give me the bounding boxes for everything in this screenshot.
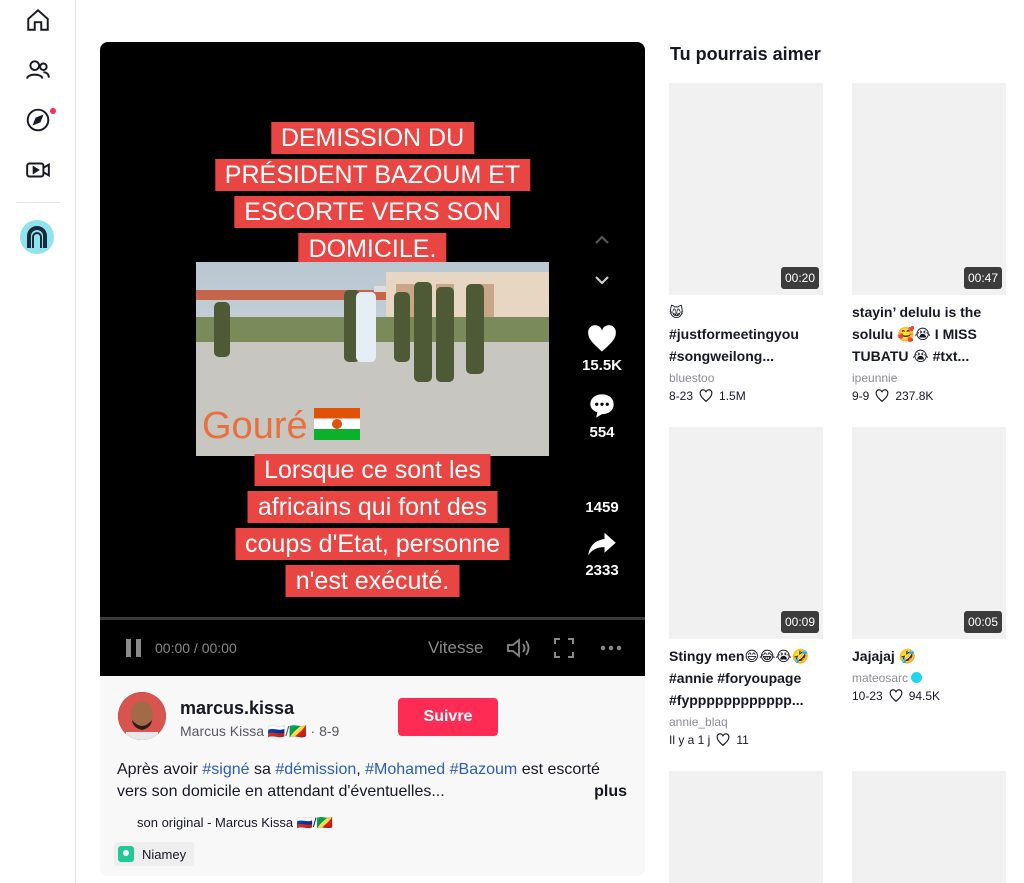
fullscreen-icon[interactable] bbox=[554, 638, 574, 658]
video-thumbnail[interactable]: 00:47 bbox=[852, 83, 1006, 295]
card-author[interactable]: annie_blaq bbox=[669, 715, 823, 729]
notification-dot bbox=[50, 108, 56, 114]
author-avatar[interactable] bbox=[118, 692, 166, 740]
video-top-caption: DEMISSION DU PRÉSIDENT BAZOUM ET ESCORTE… bbox=[214, 120, 531, 268]
like-count: 15.5K bbox=[581, 357, 623, 374]
time-display: 00:00 / 00:00 bbox=[155, 640, 237, 656]
heart-outline-icon bbox=[875, 389, 889, 403]
comment-button[interactable]: 554 bbox=[568, 392, 636, 441]
previous-video-icon[interactable] bbox=[590, 228, 614, 252]
home-icon[interactable] bbox=[22, 4, 54, 36]
card-author-row: mateosarc bbox=[852, 671, 1006, 685]
more-button[interactable]: plus bbox=[594, 781, 627, 803]
card-title[interactable]: stayin’ delulu is the solulu 🥰😭 I MISS T… bbox=[852, 301, 1006, 367]
hashtag-link[interactable]: #Bazoum bbox=[450, 761, 518, 778]
following-icon[interactable] bbox=[22, 54, 54, 86]
speed-button[interactable]: Vitesse bbox=[428, 638, 483, 658]
profile-avatar[interactable] bbox=[20, 220, 54, 254]
duration-badge: 00:20 bbox=[780, 267, 819, 289]
heart-icon bbox=[588, 325, 616, 352]
suggested-video-card[interactable]: 00:05 Jajajaj 🤣 mateosarc 10-23 94.5K bbox=[852, 427, 1006, 703]
video-description: Après avoir #signé sa #démission, #Moham… bbox=[117, 759, 627, 803]
video-thumbnail[interactable] bbox=[852, 771, 1006, 883]
heart-outline-icon bbox=[699, 389, 713, 403]
share-count: 2333 bbox=[585, 562, 619, 579]
bookmark-button[interactable]: 1459 bbox=[568, 499, 636, 516]
video-player-card: DEMISSION DU PRÉSIDENT BAZOUM ET ESCORTE… bbox=[100, 42, 645, 876]
more-options-icon[interactable] bbox=[600, 645, 622, 651]
verified-badge-icon bbox=[911, 672, 923, 683]
volume-icon[interactable] bbox=[506, 637, 532, 659]
card-date: 8-23 bbox=[669, 389, 694, 403]
author-info: marcus.kissa Marcus Kissa 🇷🇺/🇨🇬 · 8-9 bbox=[118, 692, 628, 744]
follow-button[interactable]: Suivre bbox=[398, 698, 498, 736]
explore-icon[interactable] bbox=[22, 104, 56, 136]
video-thumbnail[interactable]: 00:09 bbox=[669, 427, 823, 639]
card-likes: 11 bbox=[736, 733, 749, 747]
card-author[interactable]: mateosarc bbox=[852, 671, 908, 685]
comment-count: 554 bbox=[589, 424, 615, 441]
card-stats: 9-9 237.8K bbox=[852, 389, 1006, 403]
card-date: 9-9 bbox=[852, 389, 870, 403]
card-author[interactable]: ipeunnie bbox=[852, 371, 1006, 385]
share-icon bbox=[588, 532, 616, 556]
card-stats: Il y a 1 j 11 bbox=[669, 733, 823, 747]
duration-badge: 00:09 bbox=[780, 611, 819, 633]
card-title[interactable]: 😸 #justformeetingyou #songweilong... bbox=[669, 301, 823, 367]
video-thumbnail[interactable]: 00:05 bbox=[852, 427, 1006, 639]
next-video-icon[interactable] bbox=[590, 268, 614, 292]
suggested-video-card[interactable]: 00:47 stayin’ delulu is the solulu 🥰😭 I … bbox=[852, 83, 1006, 403]
card-title[interactable]: Jajajaj 🤣 bbox=[852, 645, 1006, 667]
heart-outline-icon bbox=[889, 689, 903, 703]
card-likes: 237.8K bbox=[895, 389, 934, 403]
embedded-clip-frame: Gouré bbox=[196, 262, 549, 456]
sidebar-divider bbox=[16, 202, 60, 203]
video-bottom-caption: Lorsque ce sont les africains qui font d… bbox=[235, 452, 510, 600]
suggested-video-card[interactable]: 00:20 😸 #justformeetingyou #songweilong.… bbox=[669, 83, 823, 403]
bookmark-count: 1459 bbox=[585, 499, 619, 516]
video-thumbnail[interactable] bbox=[669, 771, 823, 883]
card-likes: 1.5M bbox=[719, 389, 746, 403]
card-date: 10-23 bbox=[852, 689, 883, 703]
author-username[interactable]: marcus.kissa bbox=[180, 698, 294, 719]
music-link[interactable]: son original - Marcus Kissa 🇷🇺/🇨🇬 bbox=[137, 815, 333, 831]
location-tag[interactable]: Niamey bbox=[114, 842, 195, 866]
suggested-video-card[interactable]: 00:09 Stingy men😄😂😭🤣 #annie #foryoupage … bbox=[669, 427, 823, 747]
card-stats: 8-23 1.5M bbox=[669, 389, 823, 403]
hashtag-link[interactable]: #démission bbox=[275, 761, 356, 778]
location-pin-icon bbox=[118, 846, 134, 862]
card-stats: 10-23 94.5K bbox=[852, 689, 1006, 703]
card-date: Il y a 1 j bbox=[669, 733, 711, 747]
suggested-video-card[interactable] bbox=[669, 771, 823, 883]
card-title[interactable]: Stingy men😄😂😭🤣 #annie #foryoupage #fyppp… bbox=[669, 645, 823, 711]
location-label: Niamey bbox=[142, 846, 187, 862]
comment-icon bbox=[590, 394, 614, 418]
desc-text: Après avoir bbox=[117, 761, 203, 778]
card-likes: 94.5K bbox=[908, 689, 941, 703]
share-button[interactable]: 2333 bbox=[568, 530, 636, 579]
niger-flag-icon bbox=[313, 407, 360, 440]
suggested-video-card[interactable] bbox=[852, 771, 1006, 883]
suggestions-title: Tu pourrais aimer bbox=[670, 44, 821, 64]
heart-outline-icon bbox=[716, 733, 730, 747]
embed-location-label: Gouré bbox=[202, 405, 360, 448]
live-icon[interactable] bbox=[22, 154, 54, 186]
player-controls: 00:00 / 00:00 Vitesse bbox=[100, 620, 645, 676]
video-thumbnail[interactable]: 00:20 bbox=[669, 83, 823, 295]
duration-badge: 00:47 bbox=[963, 267, 1002, 289]
left-sidebar bbox=[0, 0, 76, 883]
desc-text: sa bbox=[249, 761, 276, 778]
duration-badge: 00:05 bbox=[963, 611, 1002, 633]
card-author[interactable]: bluestoo bbox=[669, 371, 823, 385]
hashtag-link[interactable]: #signé bbox=[202, 761, 249, 778]
video-player[interactable]: DEMISSION DU PRÉSIDENT BAZOUM ET ESCORTE… bbox=[100, 42, 645, 676]
hashtag-link[interactable]: #Mohamed bbox=[365, 761, 445, 778]
author-display-name: Marcus Kissa 🇷🇺/🇨🇬 · 8-9 bbox=[180, 723, 340, 739]
pause-icon[interactable] bbox=[124, 638, 144, 658]
like-button[interactable]: 15.5K bbox=[568, 325, 636, 374]
desc-text: , bbox=[356, 761, 366, 778]
